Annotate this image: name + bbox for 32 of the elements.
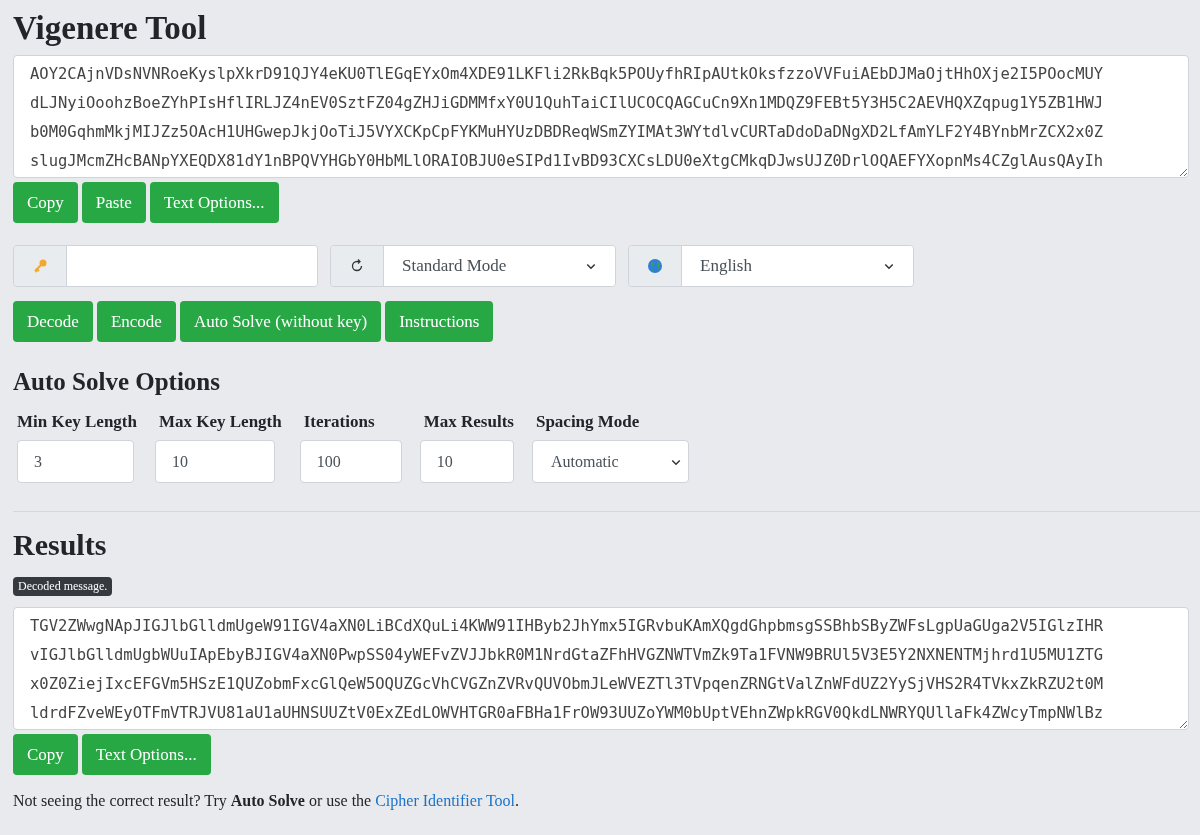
- status-badge: Decoded message.: [13, 577, 113, 596]
- field-label: Max Key Length: [157, 412, 282, 432]
- text-options-button[interactable]: Text Options...: [81, 734, 211, 775]
- paste-button[interactable]: Paste: [81, 182, 146, 223]
- result-field[interactable]: TGV2ZWwgNApJIGJlbGlldmUgeW91IGV4aXN0LiBCdXQuLi4KWW91IHByb2JhYmx5IGRvbuKAmXQgdGhpbmsgSSBhbSByZWFsLgpUaGUga2V5IGlzIHR vIGJlbGlldmUgbWUuIApEbyBJIGV4aXN0PwpSS04yWEFvZVJJbkR0M1NrdGtaZFhHVGZNWTVmZk9Ta1FVNW9BRUl5V3E5Y2NXNENTMjhrd1U5MU1ZTG x0Z0ZiejIxcEFGVm5HSzE1QUZobmFxcGlQeW5OQUZGcVhCVGZnZVRvQUVObmJLeWVEZTl3TVpqenZRNGtValZnWFdUZ2YySjVHS2R4TVkxZkRZU2t0M ldrdFZveWEyOTFmVTRJVU81aU1aUHNSUUZtV0ExZEdLOWVHTGR0aFBHa1FrOW93UUZoYWM0bUptVEhnZWpkRGV0QkdLNWRYQUllaFk4ZWcyTmpNWlBz: [13, 607, 1189, 730]
- text-options-button[interactable]: Text Options...: [149, 182, 279, 223]
- help-text: Not seeing the correct result? Try Auto Solve or use the Cipher Identifier Tool.: [13, 792, 521, 810]
- language-select[interactable]: English: [628, 245, 914, 287]
- min-key-length-field[interactable]: 3: [17, 440, 134, 483]
- section-heading: Auto Solve Options: [13, 368, 221, 396]
- field-label: Iterations: [302, 412, 376, 432]
- spacing-mode-select[interactable]: Automatic: [531, 440, 689, 483]
- iterations-field[interactable]: 100: [299, 440, 402, 483]
- instructions-button[interactable]: Instructions: [385, 301, 494, 342]
- mode-select[interactable]: Standard Mode: [330, 245, 616, 287]
- field-label: Min Key Length: [16, 412, 137, 432]
- max-key-length-field[interactable]: 10: [154, 440, 275, 483]
- encode-button[interactable]: Encode: [96, 301, 176, 342]
- max-results-field[interactable]: 10: [419, 440, 514, 483]
- ciphertext-field[interactable]: AOY2CAjnVDsNVNRoeKyslpXkrD91QJY4eKU0TlEGqEYxOm4XDE91LKFli2RkBqk5POUyfhRIpAUtkOksfzzoVVFuiAEbDJMaOjtHhOXje2I5POocMUY dLJNyiOoohzBoeZYhPIsHflIRLJZ4nEV0SztFZ04gZHJiGDMMfxY0U1QuhTaiCIlUCOCQAGCuCn9Xn1MDQZ9FEBt5Y3H5C2AEVHQXZqpug1Y5ZB1HWJ b0M0GqhmMkjMIJZz5OAcH1UHGwepJkjOoTiJ5VYXCKpCpFYKMuHYUzDBDReqWSmZYIMAt3WYtdlvCURTaDdoDaDNgXD2LfAmYLF2Y4BYnbMrZCX2x0Z slugJMcmZHcBANpYXEQDX81dY1nBPQVYHGbY0HbMLlORAIOBJU0eSIPd1IvBD93CXCsLDU0eXtgCMkqDJwsUJZ0DrlOQAEFYXopnMs4CZglAusQAyIh: [13, 55, 1189, 178]
- page-title: Vigenere Tool: [13, 10, 208, 47]
- decode-button[interactable]: Decode: [13, 301, 93, 342]
- key-field[interactable]: [13, 245, 318, 287]
- copy-button[interactable]: Copy: [13, 182, 78, 223]
- auto-solve-button[interactable]: Auto Solve (without key): [179, 301, 382, 342]
- field-label: Max Results: [422, 412, 514, 432]
- key-icon: [32, 258, 48, 274]
- refresh-icon: [349, 258, 365, 274]
- copy-button[interactable]: Copy: [13, 734, 78, 775]
- globe-icon: [647, 258, 663, 274]
- section-heading: Results: [13, 528, 108, 562]
- field-label: Spacing Mode: [534, 412, 641, 432]
